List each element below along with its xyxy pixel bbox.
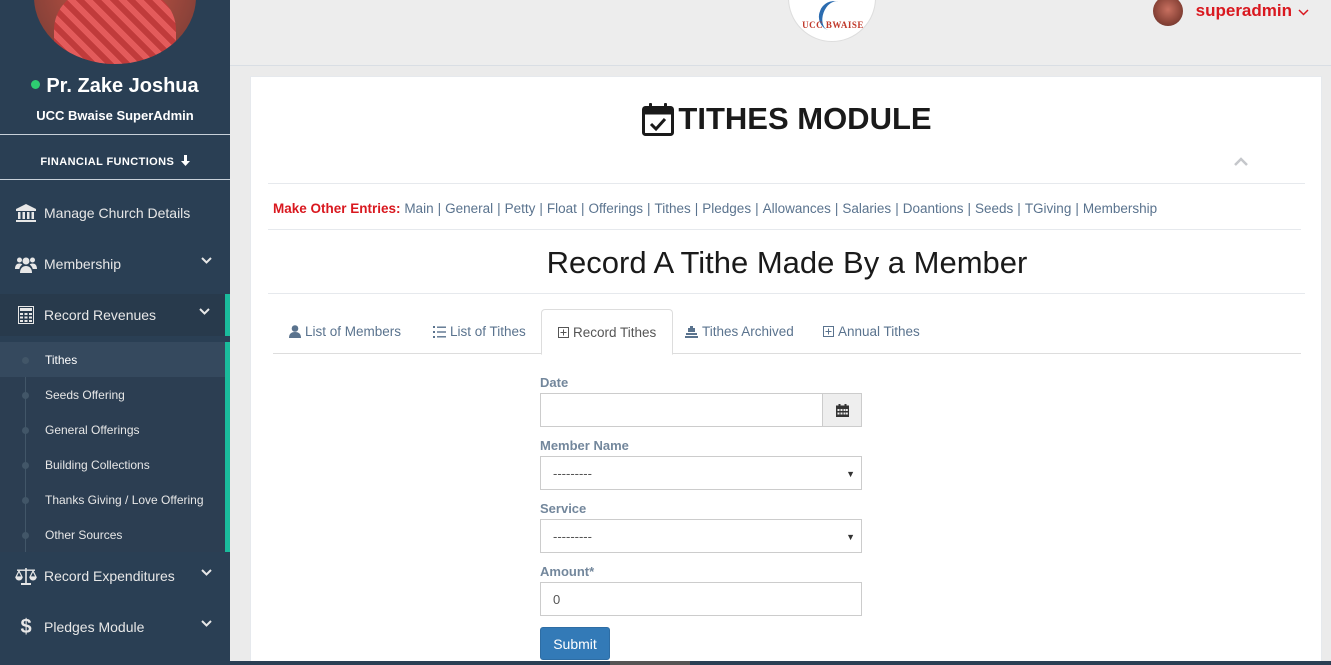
main-panel: TITHES MODULE Make Other Entries: Main | G… <box>250 76 1322 665</box>
entry-link-salaries[interactable]: Salaries <box>842 201 891 216</box>
profile-role: UCC Bwaise SuperAdmin <box>36 108 194 123</box>
entry-link-main[interactable]: Main <box>404 201 433 216</box>
entry-link-allowances[interactable]: Allowances <box>763 201 831 216</box>
date-label: Date <box>540 375 569 390</box>
sidebar-item-pledges-module[interactable]: $ Pledges Module <box>0 606 230 648</box>
submenu-item-thanks-giving[interactable]: Thanks Giving / Love Offering <box>0 482 225 517</box>
submenu-item-other-sources[interactable]: Other Sources <box>0 517 225 552</box>
calculator-icon <box>14 306 38 324</box>
plus-square-icon <box>823 326 834 337</box>
form-heading: Record A Tithe Made By a Member <box>546 245 1028 280</box>
chevron-down-icon <box>199 308 210 315</box>
tab-tithes-archived[interactable]: Tithes Archived <box>669 309 810 354</box>
sidebar-item-manage-church[interactable]: Manage Church Details <box>0 192 230 234</box>
entry-link-tithes[interactable]: Tithes <box>655 201 691 216</box>
online-status-icon <box>31 80 41 90</box>
chevron-down-icon <box>1298 8 1309 16</box>
select-caret-icon: ▼ <box>846 532 855 542</box>
member-name-label: Member Name <box>540 438 629 453</box>
entry-link-general[interactable]: General <box>445 201 493 216</box>
top-navbar: UCC BWAISE superadmin <box>230 0 1331 66</box>
calendar-icon <box>835 403 849 417</box>
entry-link-float[interactable]: Float <box>547 201 577 216</box>
chevron-down-icon <box>201 257 212 264</box>
date-input[interactable] <box>540 393 823 427</box>
submenu-item-seeds-offering[interactable]: Seeds Offering <box>0 377 225 412</box>
select-caret-icon: ▼ <box>846 469 855 479</box>
entry-link-donations[interactable]: Doantions <box>903 201 964 216</box>
archive-icon <box>685 325 698 338</box>
chevron-down-icon <box>201 620 212 627</box>
other-entries-nav: Make Other Entries: Main | General | Petty | F… <box>273 201 1158 216</box>
date-picker-button[interactable] <box>822 393 862 427</box>
sidebar-divider <box>0 179 230 180</box>
tab-list-of-tithes[interactable]: List of Tithes <box>417 309 542 354</box>
chevron-down-icon <box>201 569 212 576</box>
tithes-tabs: List of Members List of Tithes Record Ti… <box>273 309 1301 355</box>
sidebar-divider <box>0 134 230 135</box>
amount-input[interactable]: 0 <box>540 582 862 616</box>
entry-link-pledges[interactable]: Pledges <box>702 201 751 216</box>
service-label: Service <box>540 501 587 516</box>
panel-divider <box>268 183 1305 184</box>
dollar-icon: $ <box>20 615 32 638</box>
avatar <box>1152 0 1183 26</box>
entry-link-offerings[interactable]: Offerings <box>588 201 643 216</box>
bottom-edge <box>230 661 1331 665</box>
calendar-check-icon <box>642 102 675 136</box>
user-icon <box>289 325 301 338</box>
plus-square-icon <box>558 326 569 338</box>
tab-list-of-members[interactable]: List of Members <box>273 309 417 354</box>
module-title: TITHES MODULE <box>251 101 1323 137</box>
sidebar-item-record-revenues[interactable]: Record Revenues <box>0 294 230 336</box>
revenue-submenu: Tithes Seeds Offering General Offerings … <box>0 342 230 552</box>
users-icon <box>14 256 38 273</box>
heading-divider <box>268 293 1305 294</box>
arrow-down-icon <box>180 155 190 166</box>
sidebar-item-record-expenditures[interactable]: Record Expenditures <box>0 555 230 597</box>
submit-button[interactable]: Submit <box>540 627 610 660</box>
sidebar-item-membership[interactable]: Membership <box>0 243 230 285</box>
section-title: FINANCIAL FUNCTIONS <box>0 155 230 168</box>
profile-avatar <box>34 0 196 64</box>
entry-link-membership[interactable]: Membership <box>1083 201 1157 216</box>
username: superadmin <box>1195 1 1292 20</box>
collapse-panel-icon[interactable] <box>1234 157 1248 166</box>
module-title-text: TITHES MODULE <box>678 101 932 136</box>
entry-link-petty[interactable]: Petty <box>505 201 536 216</box>
tab-annual-tithes[interactable]: Annual Tithes <box>807 309 936 354</box>
church-logo: UCC BWAISE <box>788 0 876 42</box>
member-name-select[interactable]: --------- ▼ <box>540 456 862 490</box>
entry-link-seeds[interactable]: Seeds <box>975 201 1013 216</box>
entries-divider <box>268 229 1301 230</box>
submenu-item-tithes[interactable]: Tithes <box>0 342 225 377</box>
submenu-item-general-offerings[interactable]: General Offerings <box>0 412 225 447</box>
bank-icon <box>14 204 38 222</box>
tab-record-tithes[interactable]: Record Tithes <box>541 309 674 355</box>
profile-name: Pr. Zake Joshua <box>0 75 230 98</box>
submenu-item-building-collections[interactable]: Building Collections <box>0 447 225 482</box>
amount-label: Amount* <box>540 564 595 579</box>
service-select[interactable]: --------- ▼ <box>540 519 862 553</box>
balance-scale-icon <box>14 567 38 585</box>
entry-link-tgiving[interactable]: TGiving <box>1025 201 1072 216</box>
user-menu[interactable]: superadmin <box>1152 0 1309 26</box>
list-ol-icon <box>433 325 446 338</box>
sidebar: Pr. Zake Joshua UCC Bwaise SuperAdmin FI… <box>0 0 230 665</box>
